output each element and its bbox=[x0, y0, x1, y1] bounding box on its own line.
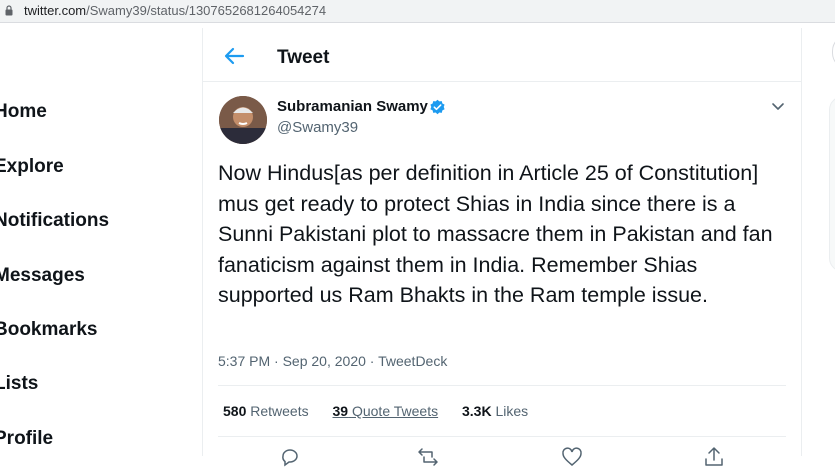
back-arrow-icon[interactable] bbox=[223, 45, 245, 67]
right-sidebar-card bbox=[829, 96, 835, 272]
nav-item-profile[interactable]: Profile bbox=[0, 428, 53, 450]
tweet-source[interactable]: TweetDeck bbox=[378, 353, 447, 369]
likes-stat[interactable]: 3.3K Likes bbox=[462, 403, 528, 419]
nav-item-explore[interactable]: Explore bbox=[0, 156, 64, 178]
likes-count: 3.3K bbox=[462, 403, 492, 419]
tweet-time[interactable]: 5:37 PM bbox=[218, 353, 270, 369]
meta-separator: · bbox=[274, 353, 283, 369]
retweets-stat[interactable]: 580 Retweets bbox=[223, 403, 309, 419]
tweet-date[interactable]: Sep 20, 2020 bbox=[283, 353, 366, 369]
verified-badge-icon bbox=[430, 99, 445, 115]
url-path: /Swamy39/status/1307652681264054274 bbox=[86, 3, 327, 18]
nav-item-notifications[interactable]: Notifications bbox=[0, 210, 109, 232]
avatar[interactable] bbox=[219, 96, 267, 144]
quote-tweets-stat[interactable]: 39 Quote Tweets bbox=[333, 403, 439, 419]
browser-url-bar[interactable]: twitter.com/Swamy39/status/1307652681264… bbox=[0, 0, 835, 23]
retweets-count: 580 bbox=[223, 403, 247, 419]
retweet-icon[interactable] bbox=[417, 446, 439, 468]
lock-icon bbox=[5, 5, 13, 16]
nav-item-lists[interactable]: Lists bbox=[0, 373, 38, 395]
divider bbox=[218, 385, 786, 386]
divider bbox=[218, 436, 786, 437]
meta-separator: · bbox=[369, 353, 379, 369]
nav-item-home[interactable]: Home bbox=[0, 101, 47, 123]
tweet-header: Tweet bbox=[203, 28, 801, 82]
reply-icon[interactable] bbox=[279, 446, 301, 468]
share-icon[interactable] bbox=[703, 446, 725, 468]
nav-item-messages[interactable]: Messages bbox=[0, 265, 85, 287]
like-icon[interactable] bbox=[561, 446, 583, 468]
page-title: Tweet bbox=[277, 47, 330, 68]
likes-label: Likes bbox=[495, 403, 529, 419]
avatar-image bbox=[219, 96, 267, 144]
url-text[interactable]: twitter.com/Swamy39/status/1307652681264… bbox=[24, 3, 326, 18]
retweets-label: Retweets bbox=[250, 403, 309, 419]
sidebar-nav: Home Explore Notifications Messages Book… bbox=[0, 30, 202, 456]
tweet-meta: 5:37 PM · Sep 20, 2020 · TweetDeck bbox=[218, 353, 447, 369]
quote-count: 39 bbox=[332, 403, 349, 419]
author-name[interactable]: Subramanian Swamy bbox=[277, 98, 428, 115]
nav-item-bookmarks[interactable]: Bookmarks bbox=[0, 319, 98, 341]
tweet-stats: 580 Retweets 39 Quote Tweets 3.3K Likes bbox=[223, 403, 548, 419]
quote-label: Quote Tweets bbox=[351, 403, 439, 419]
author-handle[interactable]: @Swamy39 bbox=[277, 119, 358, 136]
url-domain: twitter.com bbox=[24, 3, 87, 18]
chevron-down-icon[interactable] bbox=[770, 98, 786, 114]
tweet-text: Now Hindus[as per definition in Article … bbox=[218, 161, 773, 307]
tweet-detail-column: Tweet Subramanian Swamy @Swamy39 Now Hin… bbox=[202, 28, 802, 467]
